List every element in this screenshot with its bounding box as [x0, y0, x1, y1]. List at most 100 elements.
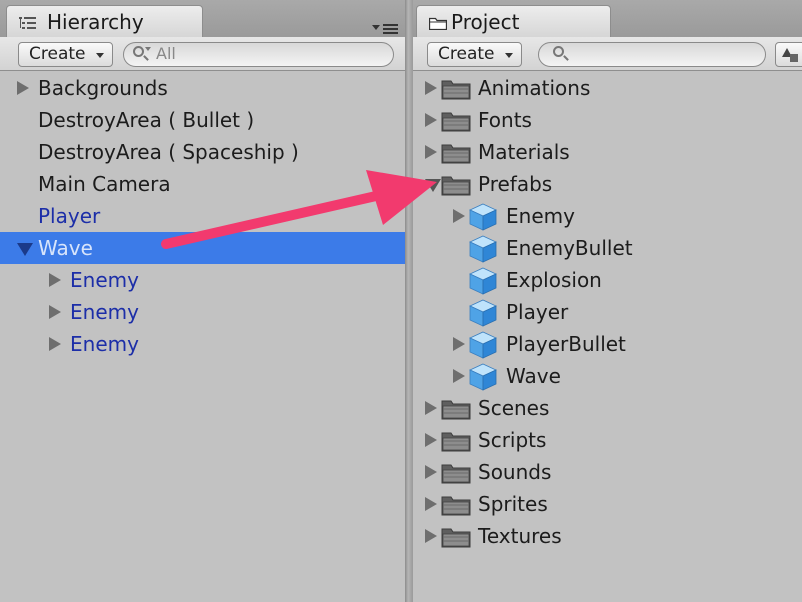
project-item-enemybullet[interactable]: EnemyBullet — [413, 232, 802, 264]
project-item-scripts[interactable]: Scripts — [413, 424, 802, 456]
project-item-enemy[interactable]: Enemy — [413, 200, 802, 232]
prefab-cube-icon — [469, 299, 497, 327]
project-item-prefabs[interactable]: Prefabs — [413, 168, 802, 200]
hierarchy-item-destroyarea-bullet[interactable]: DestroyArea ( Bullet ) — [0, 104, 405, 136]
project-create-label: Create — [438, 44, 495, 64]
expand-arrow-icon[interactable] — [49, 337, 61, 351]
hierarchy-item-enemy[interactable]: Enemy — [0, 264, 405, 296]
project-item-label: Enemy — [506, 204, 575, 228]
project-item-explosion[interactable]: Explosion — [413, 264, 802, 296]
hierarchy-item-label: Player — [38, 204, 101, 228]
project-item-label: Textures — [478, 524, 562, 548]
project-item-label: Scenes — [478, 396, 550, 420]
expand-arrow-icon[interactable] — [425, 433, 437, 447]
project-item-animations[interactable]: Animations — [413, 72, 802, 104]
search-icon — [553, 46, 564, 57]
project-toolbar: Create — [413, 37, 802, 71]
expand-arrow-icon[interactable] — [425, 145, 437, 159]
folder-icon — [441, 112, 471, 132]
expand-arrow-icon[interactable] — [425, 81, 437, 95]
project-item-playerbullet[interactable]: PlayerBullet — [413, 328, 802, 360]
project-item-label: Animations — [478, 76, 591, 100]
project-item-wave[interactable]: Wave — [413, 360, 802, 392]
project-item-label: Explosion — [506, 268, 602, 292]
list-icon — [19, 17, 36, 29]
project-item-fonts[interactable]: Fonts — [413, 104, 802, 136]
folder-icon — [441, 432, 471, 452]
project-item-label: EnemyBullet — [506, 236, 633, 260]
collapse-arrow-icon[interactable] — [17, 243, 33, 256]
expand-arrow-icon[interactable] — [425, 113, 437, 127]
hierarchy-item-label: Enemy — [70, 332, 139, 356]
project-panel: Project Create Animations Fonts Materials P… — [413, 0, 802, 602]
expand-arrow-icon[interactable] — [49, 273, 61, 287]
hierarchy-tab-strip: Hierarchy — [0, 0, 405, 37]
hierarchy-item-label: Wave — [38, 236, 93, 260]
expand-arrow-icon[interactable] — [425, 465, 437, 479]
shapes-icon — [782, 48, 798, 62]
project-create-button[interactable]: Create — [427, 42, 522, 67]
tab-project[interactable]: Project — [416, 5, 611, 37]
hierarchy-item-enemy[interactable]: Enemy — [0, 296, 405, 328]
expand-arrow-icon[interactable] — [425, 497, 437, 511]
project-item-sounds[interactable]: Sounds — [413, 456, 802, 488]
project-item-sprites[interactable]: Sprites — [413, 488, 802, 520]
panel-menu-icon[interactable] — [372, 22, 400, 34]
folder-icon — [429, 17, 447, 30]
prefab-cube-icon — [469, 363, 497, 391]
panel-splitter[interactable] — [405, 0, 413, 602]
project-item-label: Wave — [506, 364, 561, 388]
collapse-arrow-icon[interactable] — [425, 179, 441, 192]
expand-arrow-icon[interactable] — [425, 401, 437, 415]
hierarchy-item-main-camera[interactable]: Main Camera — [0, 168, 405, 200]
hierarchy-toolbar: Create All — [0, 37, 405, 71]
folder-icon — [441, 496, 471, 516]
hierarchy-item-label: Enemy — [70, 268, 139, 292]
expand-arrow-icon[interactable] — [425, 529, 437, 543]
prefab-cube-icon — [469, 267, 497, 295]
project-tab-strip: Project — [413, 0, 802, 37]
expand-arrow-icon[interactable] — [453, 369, 465, 383]
folder-icon — [441, 80, 471, 100]
project-search-input[interactable] — [538, 42, 766, 67]
expand-arrow-icon[interactable] — [453, 209, 465, 223]
expand-arrow-icon[interactable] — [453, 337, 465, 351]
project-item-label: Fonts — [478, 108, 532, 132]
search-icon — [133, 46, 144, 57]
project-item-label: Sprites — [478, 492, 548, 516]
hierarchy-item-label: DestroyArea ( Spaceship ) — [38, 140, 299, 164]
dropdown-caret-icon — [504, 53, 513, 58]
hierarchy-create-button[interactable]: Create — [18, 42, 113, 67]
project-item-player[interactable]: Player — [413, 296, 802, 328]
hierarchy-item-player[interactable]: Player — [0, 200, 405, 232]
hierarchy-item-label: Main Camera — [38, 172, 171, 196]
hierarchy-create-label: Create — [29, 44, 86, 64]
folder-icon — [441, 400, 471, 420]
hierarchy-search-input[interactable]: All — [123, 42, 394, 67]
tab-hierarchy-label: Hierarchy — [47, 10, 144, 34]
hierarchy-item-destroyarea-spaceship[interactable]: DestroyArea ( Spaceship ) — [0, 136, 405, 168]
tab-hierarchy[interactable]: Hierarchy — [6, 5, 203, 37]
project-item-label: Player — [506, 300, 569, 324]
dropdown-caret-icon — [95, 53, 104, 58]
hierarchy-item-enemy[interactable]: Enemy — [0, 328, 405, 360]
prefab-cube-icon — [469, 331, 497, 359]
folder-icon — [441, 144, 471, 164]
folder-icon — [441, 528, 471, 548]
hierarchy-item-wave[interactable]: Wave — [0, 232, 405, 264]
search-filter-caret-icon — [145, 47, 151, 51]
tab-project-label: Project — [451, 10, 520, 34]
project-item-label: Prefabs — [478, 172, 553, 196]
project-item-textures[interactable]: Textures — [413, 520, 802, 552]
project-item-label: Materials — [478, 140, 570, 164]
prefab-cube-icon — [469, 203, 497, 231]
hierarchy-item-label: Backgrounds — [38, 76, 168, 100]
hierarchy-item-backgrounds[interactable]: Backgrounds — [0, 72, 405, 104]
expand-arrow-icon[interactable] — [17, 81, 29, 95]
hierarchy-item-label: Enemy — [70, 300, 139, 324]
project-item-scenes[interactable]: Scenes — [413, 392, 802, 424]
project-item-materials[interactable]: Materials — [413, 136, 802, 168]
project-item-label: PlayerBullet — [506, 332, 626, 356]
expand-arrow-icon[interactable] — [49, 305, 61, 319]
filter-by-type-button[interactable] — [775, 42, 802, 67]
